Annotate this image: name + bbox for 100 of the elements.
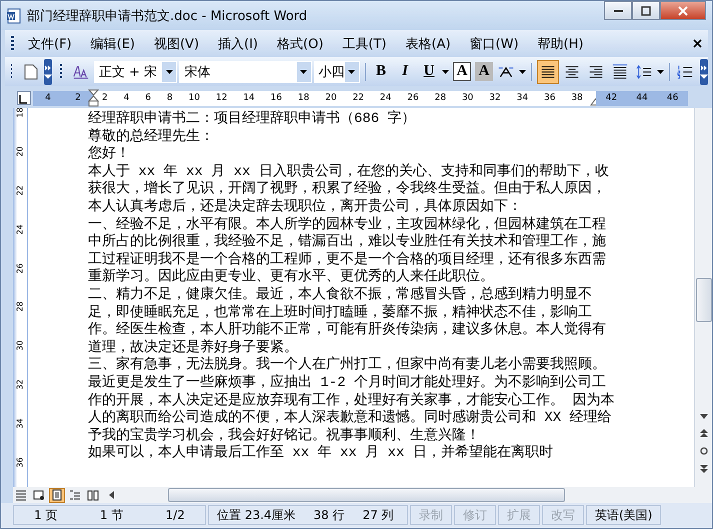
close-icon — [693, 39, 702, 48]
status-text: 27 列 — [362, 506, 394, 524]
ruler-number: 4 — [45, 93, 51, 103]
view-icon — [33, 489, 45, 501]
ruler-number: 2 — [102, 93, 108, 103]
dropdown-arrow-icon — [300, 70, 308, 74]
next-page-icon — [700, 465, 708, 473]
ruler-number: 26 — [16, 262, 24, 274]
paragraph: 二、精力不足，健康欠佳。最近，本人食欲不振，常感冒头昏，总感到精力明显不足，即使睡眠充足，也常常在上班时间打瞌睡，萎靡不振，精神状态不佳，影响工作。经医生检查，本人肝功能不正常，可能有肝炎传染病，建议多休息。本人觉得有道理，故决定还是养好身子要紧。 — [88, 286, 607, 356]
ruler-number: 22 — [16, 185, 24, 196]
style-dropdown[interactable]: 正文 + 宋 — [94, 60, 178, 82]
view-icon — [87, 489, 99, 501]
web-layout-view-button[interactable] — [31, 488, 47, 502]
ruler-number: 38 — [571, 93, 583, 103]
menu-item[interactable]: 帮助(H) — [530, 34, 594, 52]
character-shading-button[interactable]: A — [475, 62, 494, 81]
ruler-number: 22 — [352, 93, 364, 103]
previous-page-icon — [700, 429, 708, 437]
status-text: 38 行 — [314, 506, 345, 524]
browse-object-icon — [700, 447, 708, 455]
ruler-number: 20 — [16, 146, 24, 156]
ruler-number: 32 — [489, 93, 501, 103]
ruler-number: 18 — [298, 93, 310, 103]
vertical-scrollbar[interactable] — [694, 108, 712, 487]
paragraph: 三、家有急事，无法脱身。我一个人在广州打工，但家中尚有妻儿老小需要我照顾。最近更是发生了一些麻烦事，应抽出 1-2 个月时间才能处理好。为不影响到公司工作的开展，本人决定还是应放弃现有工作，处理好有关家事，才能安心工作。 因为本人的离职而给公司造成的不便，本人深表歉意和遗憾。同时感谢贵公司和 XX 经理给予我的宝贵学习机会，我会好好铭记。祝事事顺利、生意兴隆！ — [88, 357, 616, 444]
close-button[interactable] — [660, 1, 706, 20]
toolbar-grip — [11, 36, 14, 52]
ruler-number: 44 — [636, 93, 648, 103]
tab-selector-button[interactable] — [17, 91, 31, 105]
ruler-number: 34 — [516, 93, 528, 103]
ruler-number: 46 — [666, 93, 678, 103]
ruler-number: 2 — [75, 93, 81, 103]
ruler-number: 24 — [380, 93, 392, 103]
view-icon — [51, 489, 63, 501]
view-icon — [69, 489, 81, 501]
status-text: 改写 — [551, 506, 575, 524]
close-icon — [678, 6, 688, 16]
dropdown-arrow-icon — [519, 70, 526, 74]
dropdown-arrow-icon — [348, 70, 356, 74]
view-icon — [15, 489, 27, 501]
status-text: 扩展 — [507, 506, 531, 524]
justify-button[interactable] — [536, 60, 559, 84]
styles-icon — [72, 64, 89, 80]
ruler-number: 34 — [16, 418, 24, 429]
reading-view-button[interactable] — [85, 488, 101, 502]
ruler-number: 42 — [606, 93, 618, 103]
underline-button[interactable]: U — [418, 60, 440, 84]
print-layout-view-button[interactable] — [49, 488, 65, 502]
scroll-left-arrow-icon — [109, 491, 114, 499]
scroll-down-arrow-icon — [700, 414, 708, 419]
menu-item[interactable]: 格式(O) — [269, 34, 334, 52]
paragraph: 如果可以，本人申请最后工作至 xx 年 xx 月 xx 日，并希望能在离职时 — [88, 445, 554, 463]
ruler-number: 30 — [16, 340, 24, 351]
menu-item[interactable]: 窗口(W) — [462, 34, 530, 52]
minimize-button[interactable] — [604, 1, 632, 20]
status-text: 英语(美国) — [595, 506, 652, 524]
menu-item[interactable]: 表格(A) — [398, 34, 462, 52]
outline-view-button[interactable] — [67, 488, 83, 502]
ruler-number: 26 — [407, 93, 419, 103]
ruler-number: 36 — [544, 93, 556, 103]
minimize-icon — [614, 10, 622, 12]
ruler-number: 4 — [124, 93, 130, 103]
dropdown-arrow-icon — [442, 70, 450, 74]
maximize-button[interactable] — [632, 1, 660, 20]
chevron-icon — [44, 64, 52, 80]
blank-page-icon — [24, 64, 38, 80]
document-icon — [6, 8, 22, 24]
normal-view-button[interactable] — [13, 488, 29, 502]
ruler-number: 30 — [462, 93, 474, 103]
ruler-number: 32 — [16, 380, 24, 390]
scroll-thumb[interactable] — [696, 278, 712, 322]
font-dropdown[interactable]: 宋体 — [179, 60, 312, 82]
ruler-number: 14 — [243, 93, 255, 103]
ruler-number: 16 — [270, 93, 282, 103]
ruler-number: 28 — [434, 93, 446, 103]
character-border-button[interactable]: A — [453, 62, 472, 81]
left-tab-icon — [18, 95, 27, 104]
status-text: 1/2 — [166, 508, 185, 522]
menu-item[interactable]: 文件(F) — [20, 34, 83, 52]
scroll-thumb[interactable] — [168, 488, 565, 502]
status-text: 修订 — [463, 506, 487, 524]
ruler-number: 8 — [166, 93, 173, 103]
status-text: 录制 — [419, 506, 443, 524]
ruler-number: 28 — [16, 302, 24, 312]
ruler-number: 6 — [145, 93, 151, 103]
ruler-number: 10 — [188, 93, 200, 103]
bold-button[interactable]: B — [370, 60, 392, 84]
ruler-number: 36 — [16, 457, 24, 468]
font-size-dropdown[interactable]: 小四 — [314, 60, 360, 82]
paragraph: 尊敬的总经理先生： — [88, 128, 215, 146]
toolbar-overflow-button[interactable] — [700, 58, 708, 84]
menu-item[interactable]: 视图(V) — [146, 34, 210, 52]
ruler-number: 12 — [216, 93, 228, 103]
menu-item[interactable]: 工具(T) — [334, 34, 398, 52]
line-spacing-icon — [636, 62, 652, 80]
ruler-number: 18 — [16, 107, 24, 118]
toolbar-overflow-button[interactable] — [44, 58, 52, 84]
italic-button[interactable]: I — [394, 60, 416, 84]
menu-item[interactable]: 插入(I) — [210, 34, 270, 52]
menu-item[interactable]: 编辑(E) — [82, 34, 146, 52]
